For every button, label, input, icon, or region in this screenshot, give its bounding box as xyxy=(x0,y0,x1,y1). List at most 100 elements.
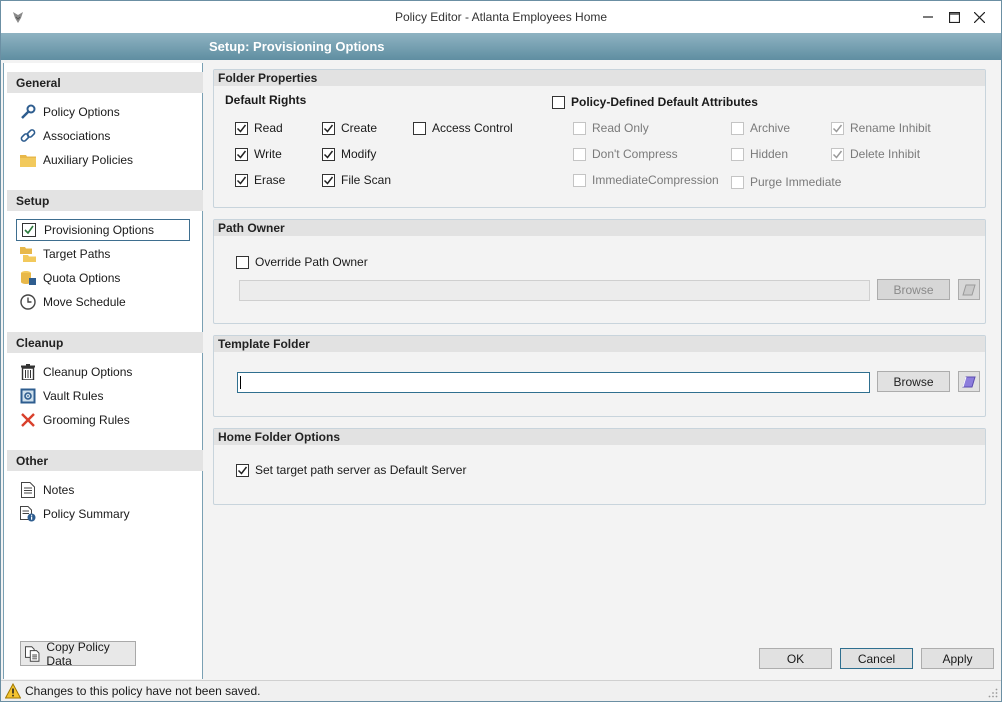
sidebar-item-provisioning-options[interactable]: Provisioning Options xyxy=(16,219,190,241)
sidebar-item-move-schedule[interactable]: Move Schedule xyxy=(16,291,190,313)
sidebar-item-policy-summary[interactable]: Policy Summary xyxy=(16,503,190,525)
template-folder-clear-button[interactable] xyxy=(958,371,980,392)
sidebar-item-label: Policy Options xyxy=(43,105,120,119)
home-folder-options-title: Home Folder Options xyxy=(214,429,985,445)
policy-editor-window: Policy Editor - Atlanta Employees Home S… xyxy=(0,0,1002,702)
checkbox-label: Erase xyxy=(254,173,286,187)
checkbox-label: Don't Compress xyxy=(592,147,678,161)
checkbox-box xyxy=(235,173,248,187)
sidebar-item-vault-rules[interactable]: Vault Rules xyxy=(16,385,190,407)
eraser-icon xyxy=(962,284,976,295)
status-bar: Changes to this policy have not been sav… xyxy=(1,680,1001,701)
warning-icon xyxy=(5,683,21,699)
path-owner-browse-button: Browse xyxy=(877,279,950,300)
policy-defined-attributes-checkbox[interactable]: Policy-Defined Default Attributes xyxy=(552,94,758,110)
checkbox-icon xyxy=(20,221,38,239)
sidebar-group-other: Other xyxy=(7,450,203,471)
text-cursor xyxy=(240,376,241,389)
link-icon xyxy=(19,127,37,145)
checkbox-label: Delete Inhibit xyxy=(850,147,921,161)
sidebar-item-quota-options[interactable]: Quota Options xyxy=(16,267,190,289)
cancel-button[interactable]: Cancel xyxy=(840,648,913,669)
summary-icon xyxy=(19,505,37,523)
path-owner-field xyxy=(239,280,870,301)
access-control-right-checkbox[interactable]: Access Control xyxy=(413,120,513,136)
ok-button[interactable]: OK xyxy=(759,648,832,669)
checkbox-box xyxy=(322,121,335,135)
template-folder-browse-button[interactable]: Browse xyxy=(877,371,950,392)
sidebar-item-label: Quota Options xyxy=(43,271,121,285)
checkbox-box xyxy=(322,173,335,187)
checkbox-box xyxy=(573,121,586,135)
quota-icon xyxy=(19,269,37,287)
template-folder-input[interactable] xyxy=(237,372,870,393)
close-icon xyxy=(973,11,985,23)
checkbox-label: Read xyxy=(254,121,283,135)
checkbox-label: Override Path Owner xyxy=(255,255,368,269)
sidebar-item-label: Notes xyxy=(43,483,75,497)
copy-policy-data-button[interactable]: Copy Policy Data xyxy=(20,639,136,668)
hidden-attribute-checkbox: Hidden xyxy=(731,146,788,162)
sidebar-item-grooming-rules[interactable]: Grooming Rules xyxy=(16,409,190,431)
sidebar: General Policy Options Associations Auxi… xyxy=(3,63,203,679)
template-folder-title: Template Folder xyxy=(214,336,985,352)
rename-inhibit-attribute-checkbox: Rename Inhibit xyxy=(831,120,931,136)
erase-right-checkbox[interactable]: Erase xyxy=(235,172,285,188)
resize-grip-icon[interactable] xyxy=(988,688,998,698)
folder-tree-icon xyxy=(19,245,37,263)
default-server-checkbox[interactable]: Set target path server as Default Server xyxy=(236,462,466,478)
purge-immediate-attribute-checkbox: Purge Immediate xyxy=(731,174,841,190)
override-path-owner-checkbox[interactable]: Override Path Owner xyxy=(236,254,368,270)
sidebar-item-label: Cleanup Options xyxy=(43,365,133,379)
sidebar-item-label: Grooming Rules xyxy=(43,413,130,427)
checkbox-box xyxy=(235,121,248,135)
sidebar-item-label: Policy Summary xyxy=(43,507,130,521)
checkbox-box xyxy=(236,255,249,269)
sidebar-item-target-paths[interactable]: Target Paths xyxy=(16,243,190,265)
sidebar-item-label: Vault Rules xyxy=(43,389,104,403)
modify-right-checkbox[interactable]: Modify xyxy=(322,146,376,162)
sidebar-item-notes[interactable]: Notes xyxy=(16,479,190,501)
folder-properties-panel: Folder Properties Default Rights Read Cr… xyxy=(213,69,986,208)
sidebar-item-label: Move Schedule xyxy=(43,295,126,309)
section-header-band: Setup: Provisioning Options xyxy=(1,33,1001,60)
vault-icon xyxy=(19,387,37,405)
checkbox-box xyxy=(552,95,565,109)
checkbox-label: Read Only xyxy=(592,121,649,135)
sidebar-item-associations[interactable]: Associations xyxy=(16,125,190,147)
sidebar-group-cleanup: Cleanup xyxy=(7,332,203,353)
sidebar-item-auxiliary-policies[interactable]: Auxiliary Policies xyxy=(16,149,190,171)
checkbox-box xyxy=(831,121,844,135)
write-right-checkbox[interactable]: Write xyxy=(235,146,282,162)
sidebar-item-label: Auxiliary Policies xyxy=(43,153,134,167)
sidebar-group-general: General xyxy=(7,72,203,93)
checkbox-label: Create xyxy=(341,121,378,135)
checkbox-label: Archive xyxy=(750,121,791,135)
archive-attribute-checkbox: Archive xyxy=(731,120,790,136)
checkbox-label: Set target path server as Default Server xyxy=(255,463,467,477)
sidebar-item-cleanup-options[interactable]: Cleanup Options xyxy=(16,361,190,383)
checkbox-label: File Scan xyxy=(341,173,392,187)
apply-button[interactable]: Apply xyxy=(921,648,994,669)
checkbox-label: Access Control xyxy=(432,121,513,135)
folder-icon xyxy=(19,151,37,169)
checkbox-label: Hidden xyxy=(750,147,789,161)
path-owner-title: Path Owner xyxy=(214,220,985,236)
dont-compress-attribute-checkbox: Don't Compress xyxy=(573,146,678,162)
checkbox-label: Policy-Defined Default Attributes xyxy=(571,95,758,109)
read-right-checkbox[interactable]: Read xyxy=(235,120,283,136)
sidebar-item-policy-options[interactable]: Policy Options xyxy=(16,101,190,123)
checkbox-box xyxy=(731,121,744,135)
x-icon xyxy=(19,411,37,429)
file-scan-right-checkbox[interactable]: File Scan xyxy=(322,172,391,188)
checkbox-box xyxy=(322,147,335,161)
checkbox-label: Modify xyxy=(341,147,377,161)
home-folder-options-panel: Home Folder Options Set target path serv… xyxy=(213,428,986,505)
path-owner-panel: Path Owner Override Path Owner Browse xyxy=(213,219,986,324)
close-button[interactable] xyxy=(956,1,1002,33)
immediate-compression-attribute-checkbox: ImmediateCompression xyxy=(573,172,719,188)
create-right-checkbox[interactable]: Create xyxy=(322,120,377,136)
delete-inhibit-attribute-checkbox: Delete Inhibit xyxy=(831,146,920,162)
copy-policy-data-label: Copy Policy Data xyxy=(46,639,110,668)
template-folder-panel: Template Folder Browse xyxy=(213,335,986,417)
